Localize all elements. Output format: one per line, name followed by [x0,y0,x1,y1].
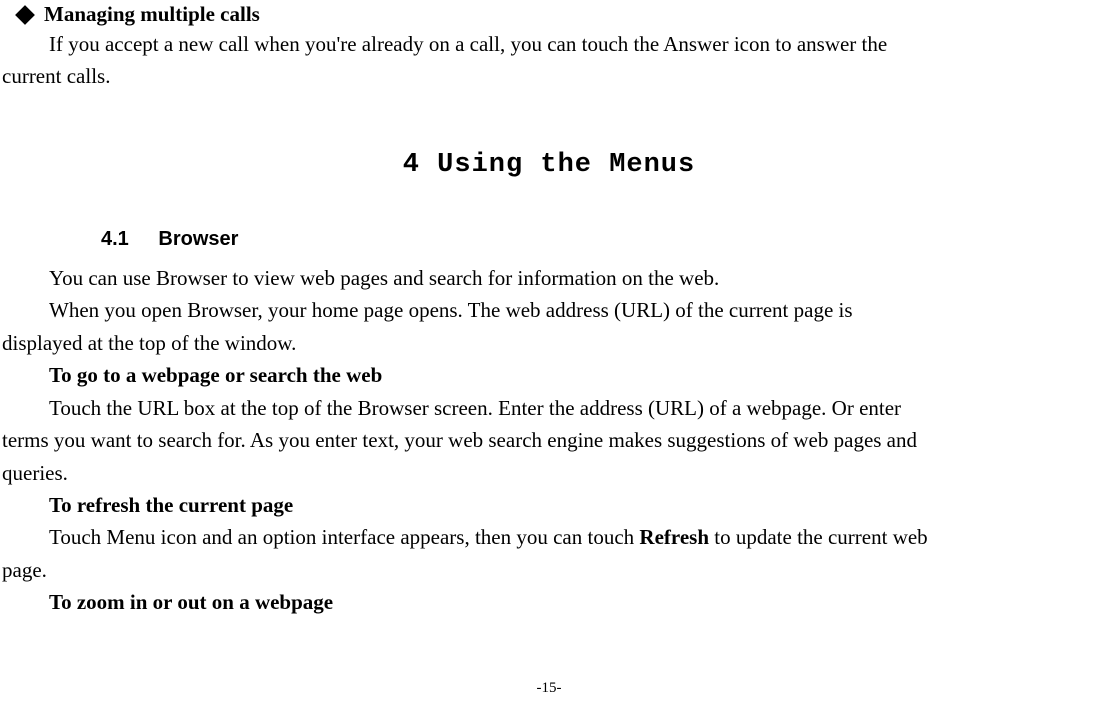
bold-refresh: Refresh [639,525,709,549]
paragraph-line: current calls. [2,61,1096,91]
paragraph-line: Touch Menu icon and an option interface … [2,522,1096,552]
text-run: to update the current web [709,525,928,549]
bullet-title: Managing multiple calls [44,2,260,27]
page-number-footer: -15- [0,680,1098,697]
section-number: 4.1 [101,228,129,250]
paragraph-line: page. [2,555,1096,585]
section-heading-browser: 4.1 Browser [101,228,1096,251]
paragraph-line: Touch the URL box at the top of the Brow… [2,393,1096,423]
paragraph-line: If you accept a new call when you're alr… [2,29,1096,59]
sub-heading: To go to a webpage or search the web [2,360,1096,390]
sub-heading: To refresh the current page [2,490,1096,520]
bullet-managing-multiple-calls: Managing multiple calls [2,2,1096,27]
paragraph-line: You can use Browser to view web pages an… [2,263,1096,293]
paragraph-line: terms you want to search for. As you ent… [2,425,1096,455]
text-run: Touch Menu icon and an option interface … [49,525,639,549]
paragraph-line: displayed at the top of the window. [2,328,1096,358]
sub-heading: To zoom in or out on a webpage [2,587,1096,617]
section-title: Browser [158,228,238,250]
document-page: Managing multiple calls If you accept a … [0,2,1098,705]
paragraph-line: When you open Browser, your home page op… [2,295,1096,325]
diamond-bullet-icon [15,5,35,25]
chapter-heading: 4 Using the Menus [2,150,1096,180]
paragraph-line: queries. [2,458,1096,488]
